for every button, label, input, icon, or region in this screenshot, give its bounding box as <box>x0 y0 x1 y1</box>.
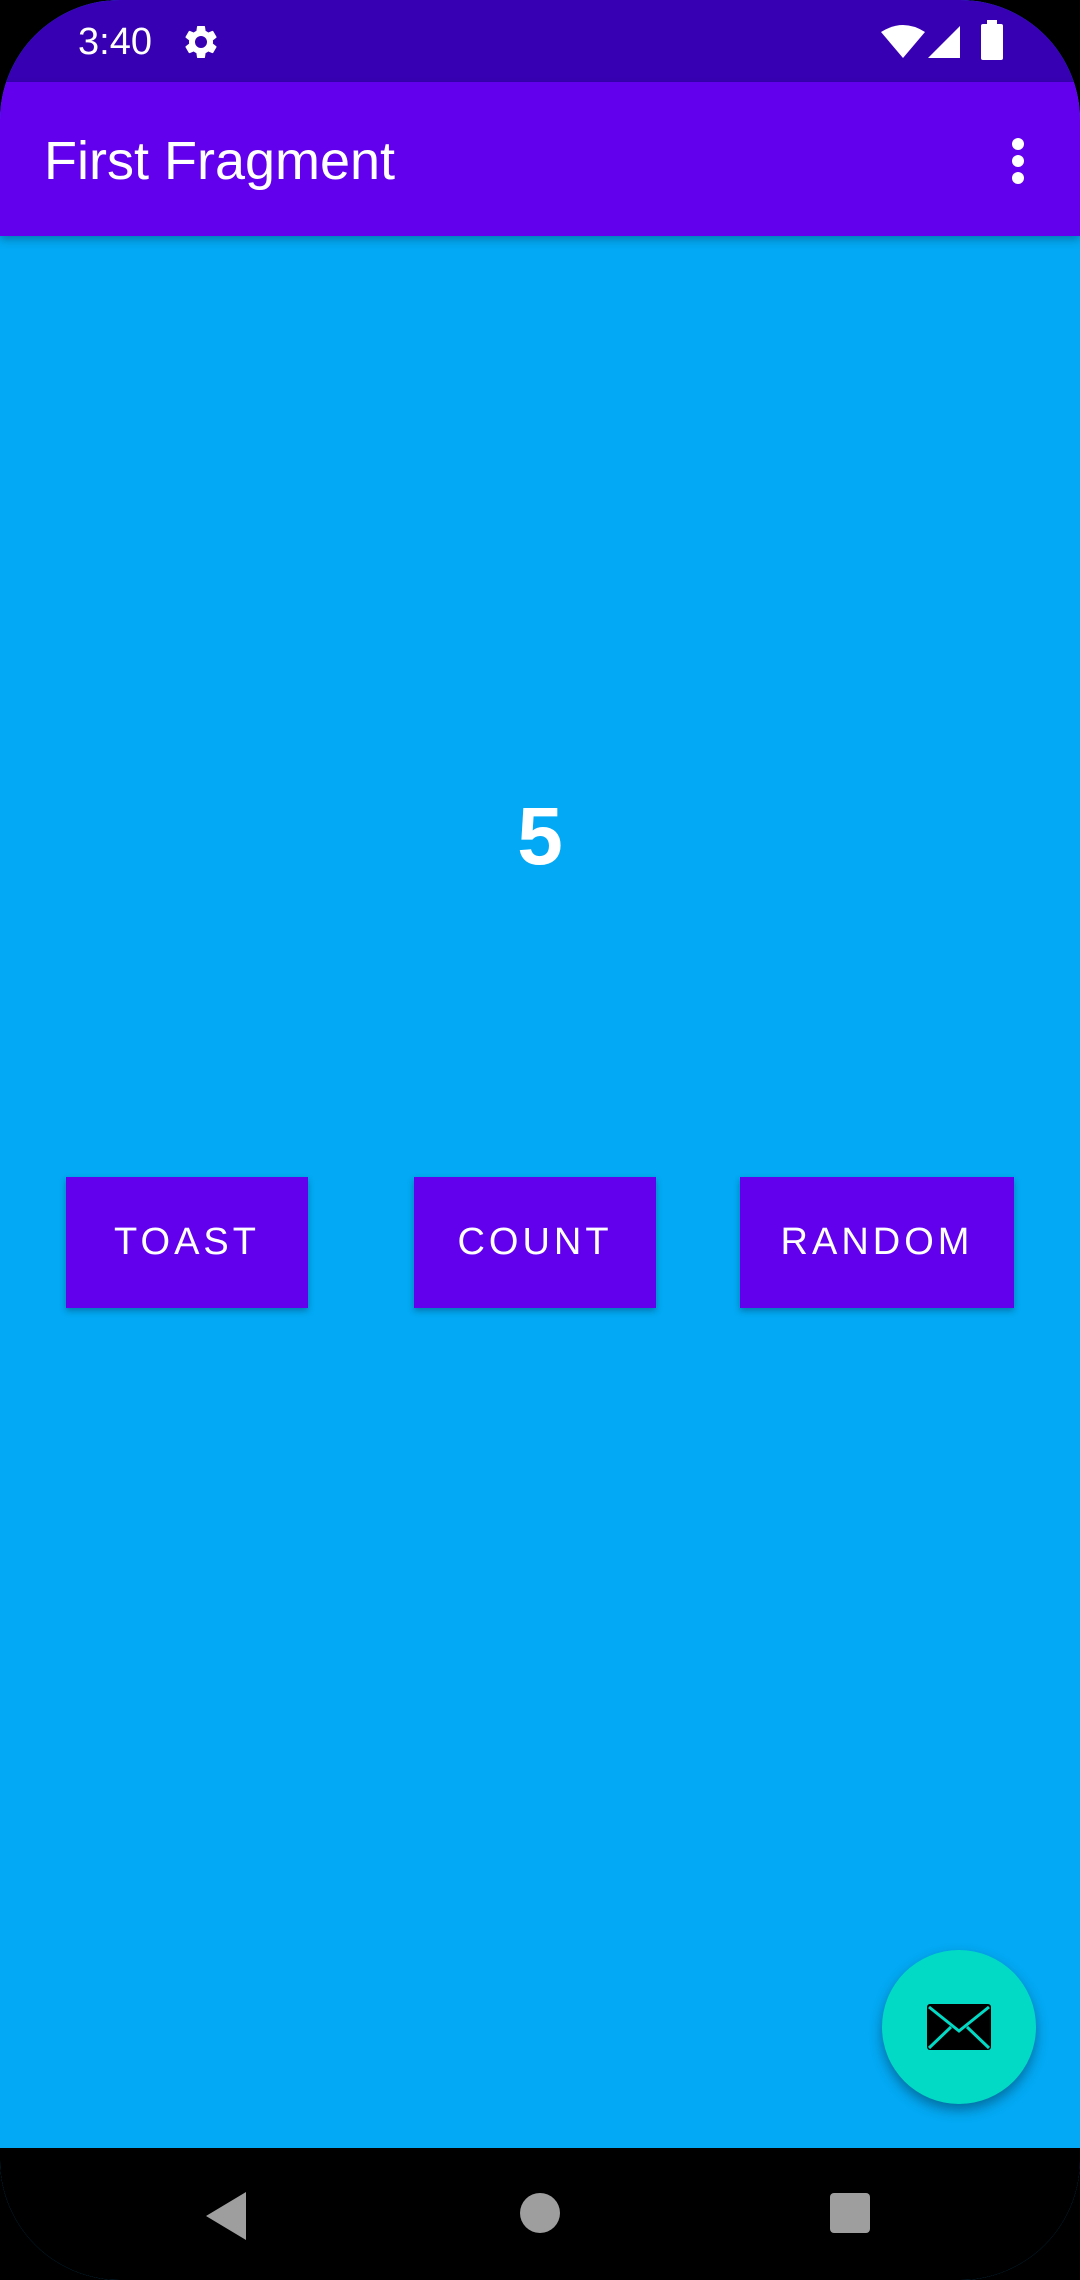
email-fab-button[interactable] <box>882 1950 1036 2104</box>
overflow-dot <box>1012 172 1024 184</box>
random-button[interactable]: RANDOM <box>740 1177 1014 1308</box>
overflow-dot <box>1012 155 1024 167</box>
status-bar: 3:40 <box>0 0 1080 82</box>
recents-icon[interactable] <box>830 2193 870 2233</box>
toast-button[interactable]: TOAST <box>66 1177 308 1308</box>
phone-screen: 3:40 First Fragment 5 TOAST COUNT RANDOM <box>0 0 1080 2280</box>
count-button[interactable]: COUNT <box>414 1177 656 1308</box>
app-bar: First Fragment <box>0 82 1080 236</box>
count-value: 5 <box>517 791 563 882</box>
home-icon[interactable] <box>520 2193 560 2233</box>
settings-icon <box>185 25 217 58</box>
battery-icon <box>981 20 1003 60</box>
signal-icon <box>928 26 960 58</box>
navigation-bar <box>0 2148 1080 2280</box>
back-icon[interactable] <box>202 2190 250 2242</box>
more-vert-icon[interactable] <box>990 124 1046 198</box>
wifi-icon <box>881 25 925 58</box>
overflow-dot <box>1012 138 1024 150</box>
status-time: 3:40 <box>78 21 152 63</box>
email-icon <box>927 2004 991 2050</box>
app-title: First Fragment <box>44 131 396 191</box>
